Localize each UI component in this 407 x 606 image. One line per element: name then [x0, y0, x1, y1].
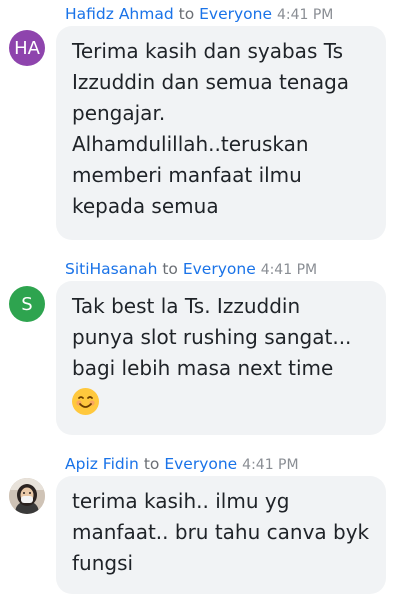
message-text: terima kasih.. ilmu yg manfaat.. bru tah…	[72, 489, 370, 575]
message-bubble: Terima kasih dan syabas Ts Izzuddin dan …	[56, 26, 386, 240]
to-label: to	[143, 455, 160, 473]
recipient-name[interactable]: Everyone	[199, 5, 272, 23]
sender-name[interactable]: Hafidz Ahmad	[65, 5, 174, 23]
message-time: 4:41 PM	[260, 262, 318, 278]
avatar-initials: S	[21, 293, 33, 315]
message-time: 4:41 PM	[242, 457, 299, 473]
to-label: to	[162, 260, 178, 278]
recipient-name[interactable]: Everyone	[183, 260, 256, 278]
avatar[interactable]: S	[9, 286, 45, 322]
avatar-initials: HA	[14, 37, 40, 59]
message-time: 4:41 PM	[276, 7, 334, 23]
message-bubble: Tak best la Ts. Izzuddin punya slot rush…	[56, 281, 386, 435]
sender-name[interactable]: SitiHasanah	[65, 260, 157, 278]
avatar-photo[interactable]	[9, 478, 45, 514]
to-label: to	[178, 5, 195, 23]
profile-photo-icon	[9, 478, 45, 514]
sender-name[interactable]: Apiz Fidin	[65, 455, 139, 473]
smiling-face-emoji-icon	[72, 388, 99, 415]
message-bubble: terima kasih.. ilmu yg manfaat.. bru tah…	[56, 476, 386, 594]
message-header: Apiz Fidin to Everyone 4:41 PM	[65, 454, 299, 475]
avatar[interactable]: HA	[9, 30, 45, 66]
message-text: Terima kasih dan syabas Ts Izzuddin dan …	[72, 39, 350, 218]
message-header: SitiHasanah to Everyone 4:41 PM	[65, 259, 317, 280]
message-header: Hafidz Ahmad to Everyone 4:41 PM	[65, 4, 333, 25]
message-text: Tak best la Ts. Izzuddin punya slot rush…	[72, 294, 352, 380]
recipient-name[interactable]: Everyone	[164, 455, 237, 473]
